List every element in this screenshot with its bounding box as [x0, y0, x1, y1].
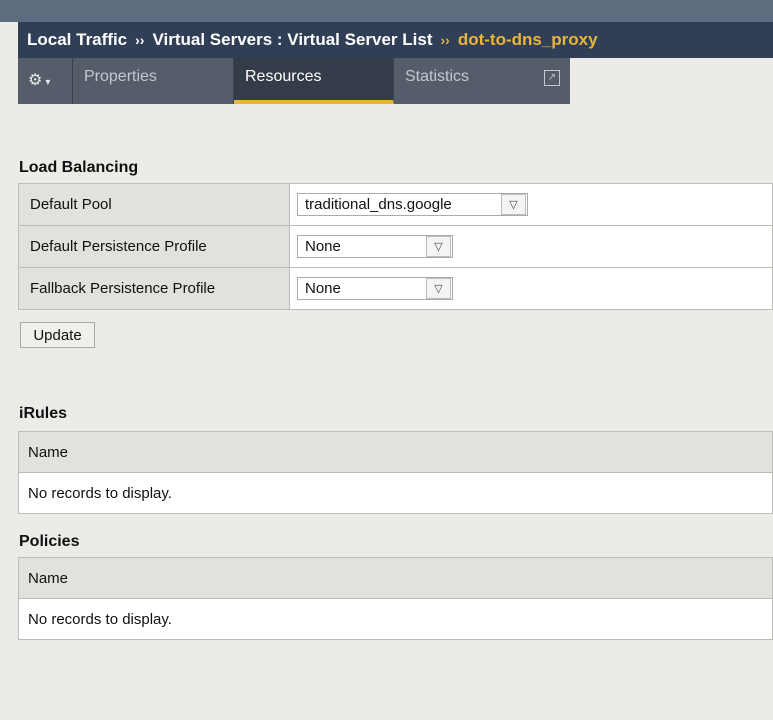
table-row: No records to display. — [18, 598, 773, 640]
chevron-down-icon[interactable]: ▽ — [426, 278, 451, 299]
top-strip — [0, 0, 773, 22]
irules-empty-message: No records to display. — [18, 472, 773, 514]
default-persistence-cell: None ▽ — [289, 225, 773, 268]
tab-statistics[interactable]: Statistics ↗ — [394, 58, 570, 104]
chevron-down-icon[interactable]: ▽ — [426, 236, 451, 257]
irules-title: iRules — [19, 405, 68, 422]
default-pool-cell: traditional_dns.google ▽ — [289, 183, 773, 226]
breadcrumb-current: dot-to-dns_proxy — [457, 30, 598, 49]
policies-table: Name No records to display. — [18, 557, 773, 640]
load-balancing-title: Load Balancing — [19, 159, 139, 176]
tab-resources[interactable]: Resources — [234, 58, 394, 104]
policies-empty-message: No records to display. — [18, 598, 773, 640]
tab-bar-filler — [571, 58, 773, 104]
policies-title: Policies — [19, 533, 80, 550]
tab-statistics-label: Statistics — [405, 68, 470, 85]
breadcrumb-separator: ›› — [135, 32, 145, 48]
default-persistence-value: None — [305, 238, 341, 255]
default-pool-label: Default Pool — [18, 183, 290, 226]
irules-name-column[interactable]: Name — [18, 431, 773, 473]
gear-icon: ⚙ — [28, 72, 43, 89]
default-persistence-label: Default Persistence Profile — [18, 225, 290, 268]
gear-menu-button[interactable]: ⚙ ▾ — [18, 58, 73, 104]
table-header-row: Name — [18, 557, 773, 599]
fallback-persistence-select[interactable]: None ▽ — [297, 277, 453, 300]
tab-properties[interactable]: Properties — [73, 58, 234, 104]
default-pool-value: traditional_dns.google — [305, 196, 452, 213]
chevron-down-icon[interactable]: ▽ — [501, 194, 526, 215]
fallback-persistence-label: Fallback Persistence Profile — [18, 267, 290, 310]
tab-bar: ⚙ ▾ Properties Resources Statistics ↗ — [18, 58, 570, 104]
breadcrumb-separator: ›› — [440, 32, 450, 48]
default-pool-select[interactable]: traditional_dns.google ▽ — [297, 193, 528, 216]
policies-name-column[interactable]: Name — [18, 557, 773, 599]
breadcrumb-virtual-server-list[interactable]: Virtual Servers : Virtual Server List — [152, 30, 432, 50]
update-button[interactable]: Update — [20, 322, 95, 348]
chevron-down-icon: ▾ — [45, 77, 51, 88]
table-header-row: Name — [18, 431, 773, 473]
breadcrumb-local-traffic[interactable]: Local Traffic — [27, 30, 127, 50]
default-persistence-select[interactable]: None ▽ — [297, 235, 453, 258]
breadcrumb: Local Traffic ›› Virtual Servers : Virtu… — [18, 22, 773, 58]
load-balancing-table: Default Pool traditional_dns.google ▽ De… — [18, 183, 773, 310]
table-row: No records to display. — [18, 472, 773, 514]
external-link-icon[interactable]: ↗ — [544, 70, 560, 86]
table-row: Fallback Persistence Profile None ▽ — [18, 267, 773, 310]
table-row: Default Persistence Profile None ▽ — [18, 225, 773, 268]
fallback-persistence-cell: None ▽ — [289, 267, 773, 310]
table-row: Default Pool traditional_dns.google ▽ — [18, 183, 773, 226]
fallback-persistence-value: None — [305, 280, 341, 297]
irules-table: Name No records to display. — [18, 431, 773, 514]
